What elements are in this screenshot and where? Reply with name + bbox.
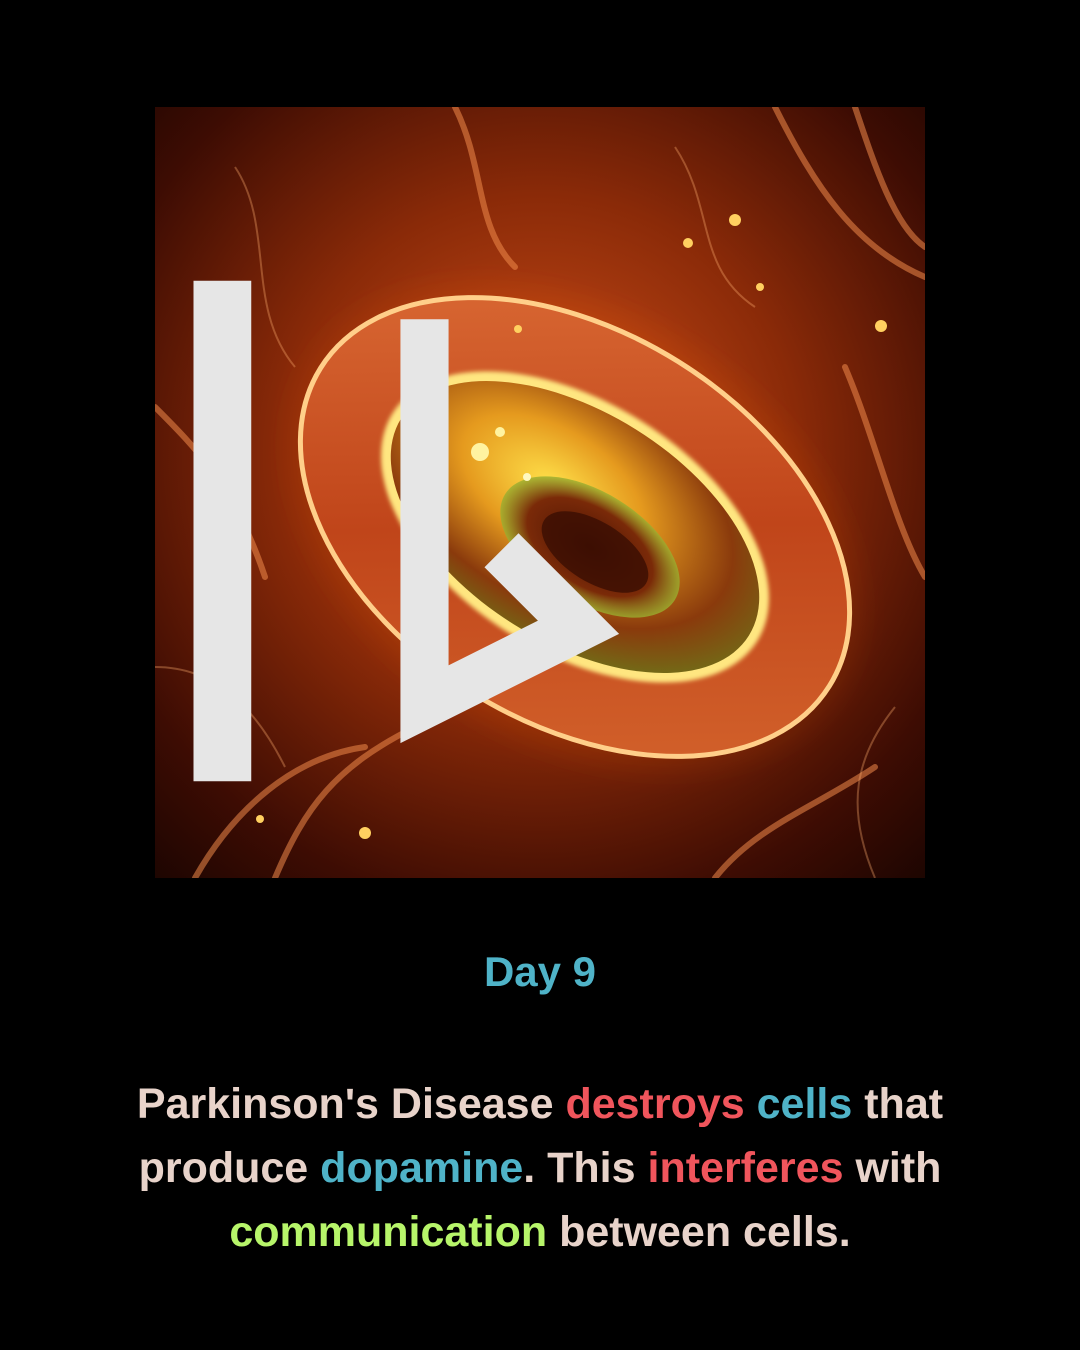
day-title: Day 9 <box>483 948 597 995</box>
highlight-cells: cells <box>756 1080 853 1128</box>
highlight-communication: communication <box>229 1208 548 1256</box>
caption-part: Parkinson's Disease <box>136 1080 554 1128</box>
highlight-interferes: interferes <box>647 1144 844 1192</box>
bing-logo-icon <box>155 107 925 878</box>
caption-text: Parkinson's Disease destroys cells that … <box>90 1072 990 1264</box>
caption-part: . This <box>523 1144 636 1192</box>
highlight-dopamine: dopamine <box>320 1144 524 1192</box>
cell-illustration <box>155 107 925 878</box>
caption-part: between cells. <box>559 1208 851 1256</box>
highlight-destroys: destroys <box>565 1080 745 1128</box>
caption-part: with <box>855 1144 942 1192</box>
